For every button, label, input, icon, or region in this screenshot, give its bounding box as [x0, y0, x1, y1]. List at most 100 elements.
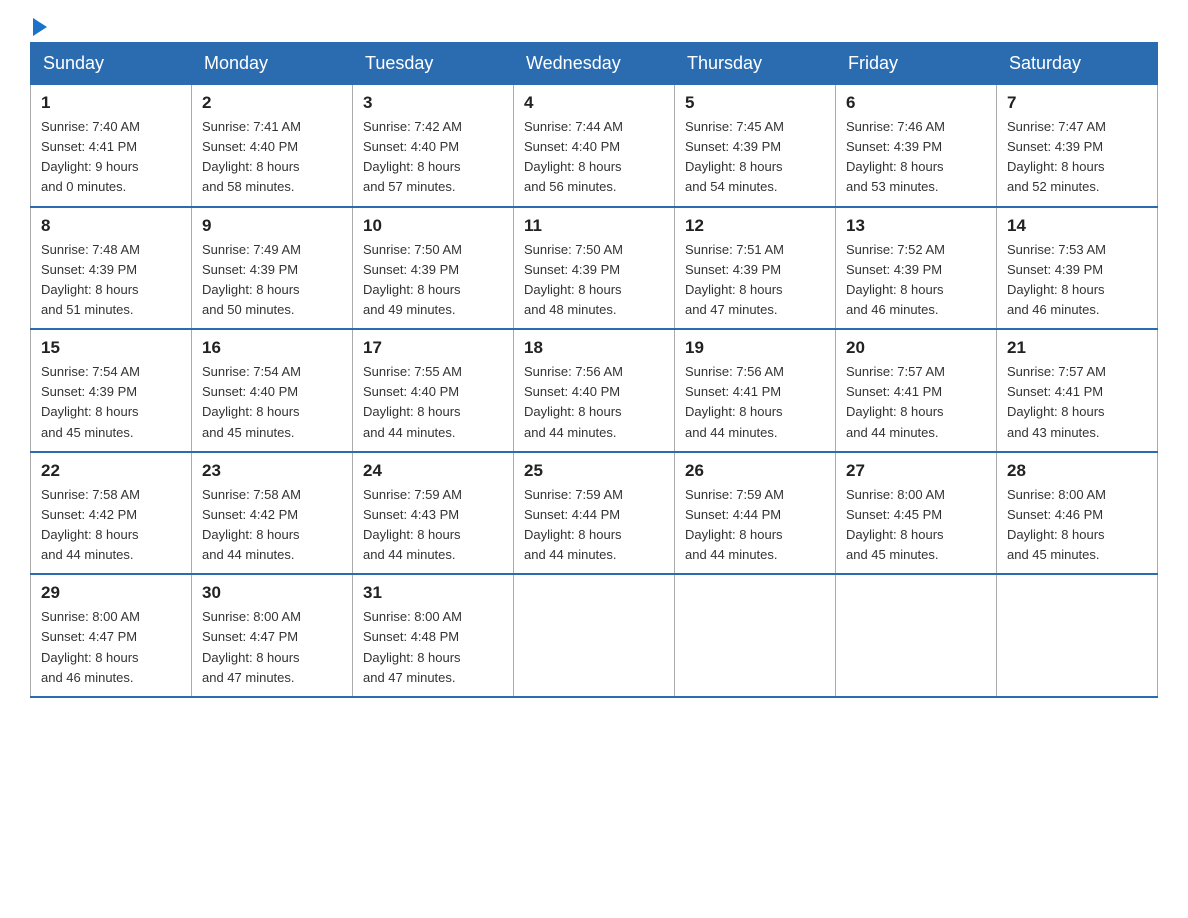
day-of-week-header: Monday [192, 43, 353, 85]
day-number: 20 [846, 338, 986, 358]
day-info: Sunrise: 7:57 AMSunset: 4:41 PMDaylight:… [1007, 364, 1106, 439]
day-number: 8 [41, 216, 181, 236]
day-info: Sunrise: 7:50 AMSunset: 4:39 PMDaylight:… [524, 242, 623, 317]
calendar-week-row: 15 Sunrise: 7:54 AMSunset: 4:39 PMDaylig… [31, 329, 1158, 452]
calendar-cell: 1 Sunrise: 7:40 AMSunset: 4:41 PMDayligh… [31, 85, 192, 207]
day-number: 14 [1007, 216, 1147, 236]
calendar-table: SundayMondayTuesdayWednesdayThursdayFrid… [30, 42, 1158, 698]
logo-arrow-icon [33, 18, 47, 36]
day-info: Sunrise: 7:56 AMSunset: 4:41 PMDaylight:… [685, 364, 784, 439]
day-info: Sunrise: 7:57 AMSunset: 4:41 PMDaylight:… [846, 364, 945, 439]
day-number: 31 [363, 583, 503, 603]
day-number: 29 [41, 583, 181, 603]
day-info: Sunrise: 7:58 AMSunset: 4:42 PMDaylight:… [41, 487, 140, 562]
calendar-cell: 16 Sunrise: 7:54 AMSunset: 4:40 PMDaylig… [192, 329, 353, 452]
day-of-week-header: Wednesday [514, 43, 675, 85]
day-info: Sunrise: 8:00 AMSunset: 4:46 PMDaylight:… [1007, 487, 1106, 562]
calendar-cell: 3 Sunrise: 7:42 AMSunset: 4:40 PMDayligh… [353, 85, 514, 207]
calendar-cell: 4 Sunrise: 7:44 AMSunset: 4:40 PMDayligh… [514, 85, 675, 207]
calendar-cell: 5 Sunrise: 7:45 AMSunset: 4:39 PMDayligh… [675, 85, 836, 207]
calendar-cell: 21 Sunrise: 7:57 AMSunset: 4:41 PMDaylig… [997, 329, 1158, 452]
day-info: Sunrise: 7:46 AMSunset: 4:39 PMDaylight:… [846, 119, 945, 194]
day-info: Sunrise: 7:54 AMSunset: 4:40 PMDaylight:… [202, 364, 301, 439]
calendar-cell: 28 Sunrise: 8:00 AMSunset: 4:46 PMDaylig… [997, 452, 1158, 575]
day-info: Sunrise: 7:44 AMSunset: 4:40 PMDaylight:… [524, 119, 623, 194]
day-info: Sunrise: 7:40 AMSunset: 4:41 PMDaylight:… [41, 119, 140, 194]
calendar-cell: 22 Sunrise: 7:58 AMSunset: 4:42 PMDaylig… [31, 452, 192, 575]
day-number: 22 [41, 461, 181, 481]
day-info: Sunrise: 7:55 AMSunset: 4:40 PMDaylight:… [363, 364, 462, 439]
day-info: Sunrise: 8:00 AMSunset: 4:47 PMDaylight:… [202, 609, 301, 684]
day-number: 10 [363, 216, 503, 236]
day-number: 6 [846, 93, 986, 113]
day-number: 17 [363, 338, 503, 358]
day-info: Sunrise: 7:42 AMSunset: 4:40 PMDaylight:… [363, 119, 462, 194]
calendar-cell: 20 Sunrise: 7:57 AMSunset: 4:41 PMDaylig… [836, 329, 997, 452]
day-info: Sunrise: 7:54 AMSunset: 4:39 PMDaylight:… [41, 364, 140, 439]
day-number: 24 [363, 461, 503, 481]
day-number: 2 [202, 93, 342, 113]
calendar-cell [997, 574, 1158, 697]
calendar-cell [836, 574, 997, 697]
day-info: Sunrise: 7:45 AMSunset: 4:39 PMDaylight:… [685, 119, 784, 194]
day-number: 5 [685, 93, 825, 113]
day-of-week-header: Thursday [675, 43, 836, 85]
day-of-week-header: Tuesday [353, 43, 514, 85]
calendar-cell: 17 Sunrise: 7:55 AMSunset: 4:40 PMDaylig… [353, 329, 514, 452]
day-number: 1 [41, 93, 181, 113]
day-info: Sunrise: 7:49 AMSunset: 4:39 PMDaylight:… [202, 242, 301, 317]
calendar-week-row: 22 Sunrise: 7:58 AMSunset: 4:42 PMDaylig… [31, 452, 1158, 575]
day-of-week-header: Friday [836, 43, 997, 85]
calendar-cell: 6 Sunrise: 7:46 AMSunset: 4:39 PMDayligh… [836, 85, 997, 207]
calendar-cell: 11 Sunrise: 7:50 AMSunset: 4:39 PMDaylig… [514, 207, 675, 330]
day-info: Sunrise: 8:00 AMSunset: 4:47 PMDaylight:… [41, 609, 140, 684]
calendar-cell: 10 Sunrise: 7:50 AMSunset: 4:39 PMDaylig… [353, 207, 514, 330]
day-info: Sunrise: 7:59 AMSunset: 4:44 PMDaylight:… [524, 487, 623, 562]
day-number: 16 [202, 338, 342, 358]
day-info: Sunrise: 8:00 AMSunset: 4:45 PMDaylight:… [846, 487, 945, 562]
page-header [30, 20, 1158, 32]
day-number: 19 [685, 338, 825, 358]
day-info: Sunrise: 7:50 AMSunset: 4:39 PMDaylight:… [363, 242, 462, 317]
day-info: Sunrise: 7:52 AMSunset: 4:39 PMDaylight:… [846, 242, 945, 317]
calendar-cell: 14 Sunrise: 7:53 AMSunset: 4:39 PMDaylig… [997, 207, 1158, 330]
calendar-week-row: 8 Sunrise: 7:48 AMSunset: 4:39 PMDayligh… [31, 207, 1158, 330]
calendar-cell: 15 Sunrise: 7:54 AMSunset: 4:39 PMDaylig… [31, 329, 192, 452]
day-number: 9 [202, 216, 342, 236]
calendar-cell: 26 Sunrise: 7:59 AMSunset: 4:44 PMDaylig… [675, 452, 836, 575]
day-number: 28 [1007, 461, 1147, 481]
day-info: Sunrise: 7:48 AMSunset: 4:39 PMDaylight:… [41, 242, 140, 317]
calendar-cell: 31 Sunrise: 8:00 AMSunset: 4:48 PMDaylig… [353, 574, 514, 697]
day-of-week-header: Sunday [31, 43, 192, 85]
day-number: 21 [1007, 338, 1147, 358]
calendar-cell: 9 Sunrise: 7:49 AMSunset: 4:39 PMDayligh… [192, 207, 353, 330]
calendar-cell: 13 Sunrise: 7:52 AMSunset: 4:39 PMDaylig… [836, 207, 997, 330]
day-info: Sunrise: 7:59 AMSunset: 4:43 PMDaylight:… [363, 487, 462, 562]
calendar-cell: 30 Sunrise: 8:00 AMSunset: 4:47 PMDaylig… [192, 574, 353, 697]
day-info: Sunrise: 7:51 AMSunset: 4:39 PMDaylight:… [685, 242, 784, 317]
day-number: 15 [41, 338, 181, 358]
day-number: 12 [685, 216, 825, 236]
day-info: Sunrise: 7:56 AMSunset: 4:40 PMDaylight:… [524, 364, 623, 439]
day-info: Sunrise: 7:41 AMSunset: 4:40 PMDaylight:… [202, 119, 301, 194]
day-info: Sunrise: 7:59 AMSunset: 4:44 PMDaylight:… [685, 487, 784, 562]
day-number: 11 [524, 216, 664, 236]
day-info: Sunrise: 7:53 AMSunset: 4:39 PMDaylight:… [1007, 242, 1106, 317]
calendar-week-row: 1 Sunrise: 7:40 AMSunset: 4:41 PMDayligh… [31, 85, 1158, 207]
day-info: Sunrise: 8:00 AMSunset: 4:48 PMDaylight:… [363, 609, 462, 684]
calendar-cell [514, 574, 675, 697]
calendar-cell: 7 Sunrise: 7:47 AMSunset: 4:39 PMDayligh… [997, 85, 1158, 207]
calendar-header-row: SundayMondayTuesdayWednesdayThursdayFrid… [31, 43, 1158, 85]
calendar-week-row: 29 Sunrise: 8:00 AMSunset: 4:47 PMDaylig… [31, 574, 1158, 697]
day-number: 4 [524, 93, 664, 113]
calendar-cell [675, 574, 836, 697]
calendar-cell: 29 Sunrise: 8:00 AMSunset: 4:47 PMDaylig… [31, 574, 192, 697]
calendar-cell: 18 Sunrise: 7:56 AMSunset: 4:40 PMDaylig… [514, 329, 675, 452]
day-number: 30 [202, 583, 342, 603]
day-number: 23 [202, 461, 342, 481]
calendar-cell: 25 Sunrise: 7:59 AMSunset: 4:44 PMDaylig… [514, 452, 675, 575]
day-number: 3 [363, 93, 503, 113]
calendar-cell: 27 Sunrise: 8:00 AMSunset: 4:45 PMDaylig… [836, 452, 997, 575]
calendar-cell: 8 Sunrise: 7:48 AMSunset: 4:39 PMDayligh… [31, 207, 192, 330]
day-number: 18 [524, 338, 664, 358]
